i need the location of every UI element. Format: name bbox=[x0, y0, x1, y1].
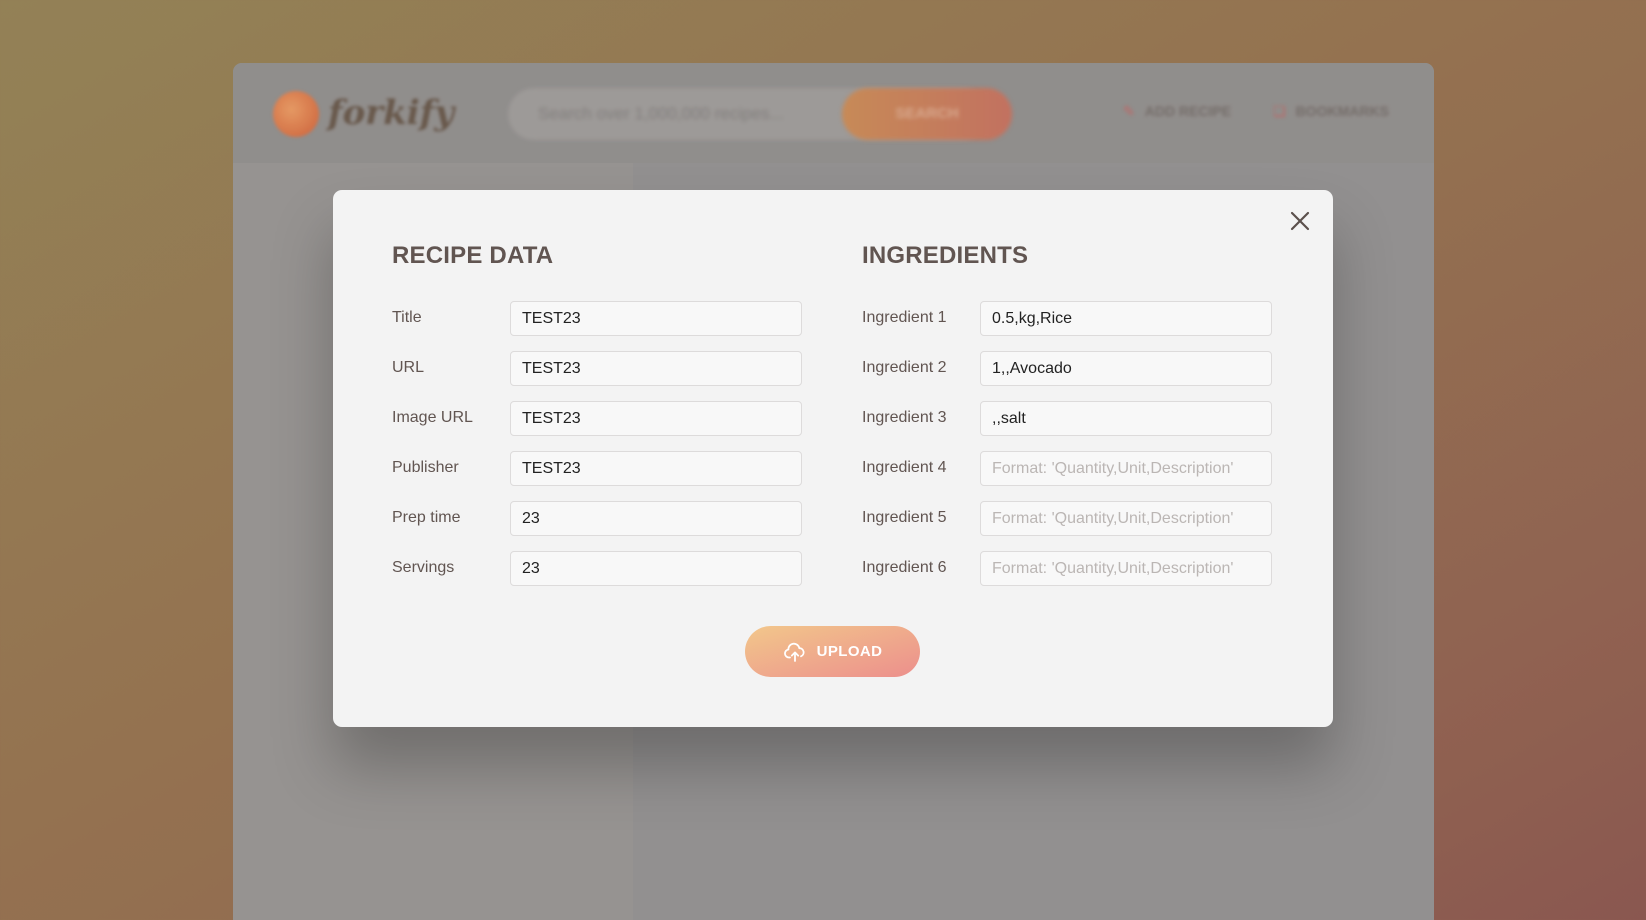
field-label: Title bbox=[392, 309, 422, 326]
field-row-publisher: Publisher bbox=[392, 451, 802, 487]
field-label: Ingredient 3 bbox=[862, 409, 947, 426]
close-icon bbox=[1290, 211, 1310, 231]
ingredient-6-input[interactable] bbox=[980, 551, 1272, 586]
field-row-ingredient-2: Ingredient 2 bbox=[862, 351, 1272, 387]
upload-button-label: UPLOAD bbox=[816, 643, 883, 660]
ingredient-1-input[interactable] bbox=[980, 301, 1272, 336]
field-label: Ingredient 1 bbox=[862, 309, 947, 326]
close-button[interactable] bbox=[1285, 206, 1315, 236]
ingredient-5-input[interactable] bbox=[980, 501, 1272, 536]
ingredient-2-input[interactable] bbox=[980, 351, 1272, 386]
ingredients-heading: INGREDIENTS bbox=[862, 242, 1029, 269]
field-label: Ingredient 5 bbox=[862, 509, 947, 526]
ingredient-4-input[interactable] bbox=[980, 451, 1272, 486]
field-row-prep-time: Prep time bbox=[392, 501, 802, 537]
title-input[interactable] bbox=[510, 301, 802, 336]
field-row-ingredient-6: Ingredient 6 bbox=[862, 551, 1272, 587]
recipe-data-heading: RECIPE DATA bbox=[392, 242, 554, 269]
field-label: Prep time bbox=[392, 509, 461, 526]
add-recipe-modal: RECIPE DATA Title URL Image URL Publishe… bbox=[333, 190, 1333, 727]
servings-input[interactable] bbox=[510, 551, 802, 586]
url-input[interactable] bbox=[510, 351, 802, 386]
field-label: Ingredient 2 bbox=[862, 359, 947, 376]
field-row-ingredient-5: Ingredient 5 bbox=[862, 501, 1272, 537]
field-row-image-url: Image URL bbox=[392, 401, 802, 437]
upload-button[interactable]: UPLOAD bbox=[745, 626, 920, 677]
field-label: Image URL bbox=[392, 409, 473, 426]
field-label: Ingredient 6 bbox=[862, 559, 947, 576]
field-label: Publisher bbox=[392, 459, 459, 476]
field-label: Servings bbox=[392, 559, 455, 576]
publisher-input[interactable] bbox=[510, 451, 802, 486]
field-row-ingredient-3: Ingredient 3 bbox=[862, 401, 1272, 437]
field-row-title: Title bbox=[392, 301, 802, 337]
upload-cloud-icon bbox=[783, 642, 805, 662]
field-row-servings: Servings bbox=[392, 551, 802, 587]
field-label: Ingredient 4 bbox=[862, 459, 947, 476]
field-row-ingredient-1: Ingredient 1 bbox=[862, 301, 1272, 337]
field-label: URL bbox=[392, 359, 425, 376]
field-row-ingredient-4: Ingredient 4 bbox=[862, 451, 1272, 487]
field-row-url: URL bbox=[392, 351, 802, 387]
ingredient-3-input[interactable] bbox=[980, 401, 1272, 436]
prep-time-input[interactable] bbox=[510, 501, 802, 536]
image-url-input[interactable] bbox=[510, 401, 802, 436]
